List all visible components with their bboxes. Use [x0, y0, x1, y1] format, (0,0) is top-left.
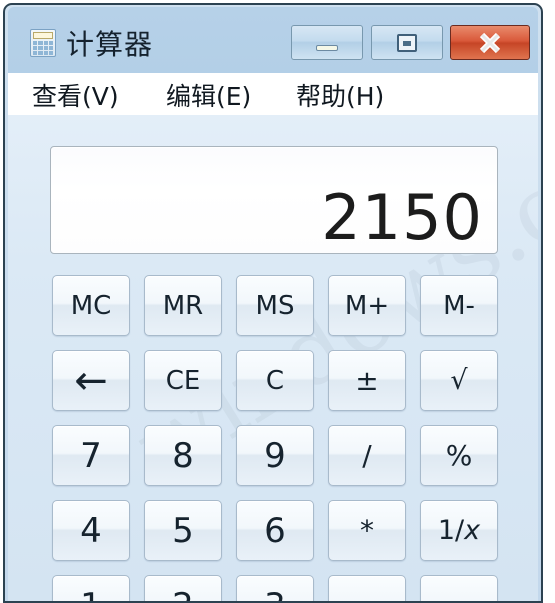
key-percent[interactable]: % [420, 425, 498, 486]
key-4[interactable]: 4 [52, 500, 130, 561]
key-label: MS [256, 293, 295, 319]
menu-item-edit[interactable]: 编辑(E) [166, 77, 251, 113]
menu-bar: 查看(V) 编辑(E) 帮助(H) [8, 73, 538, 116]
key-label: 1/x [438, 517, 480, 544]
key-sign-toggle[interactable]: ± [328, 350, 406, 411]
key-memory-clear[interactable]: MC [52, 275, 130, 336]
key-memory-recall[interactable]: MR [144, 275, 222, 336]
window-inner-frame: 计算器 查看(V) 编辑(E) 帮助(H) windows.com [8, 7, 538, 601]
key-clear[interactable]: C [236, 350, 314, 411]
calculator-icon-screen [33, 32, 53, 39]
keypad-row: 4 5 6 * 1/x [52, 500, 502, 575]
key-label: 8 [172, 439, 194, 473]
key-subtract[interactable]: - [328, 575, 406, 603]
key-2[interactable]: 2 [144, 575, 222, 603]
maximize-icon [397, 34, 417, 52]
key-divide[interactable]: / [328, 425, 406, 486]
key-label: √ [450, 367, 467, 394]
key-label: 2 [172, 589, 194, 603]
key-label: 9 [264, 439, 286, 473]
key-label: * [360, 517, 374, 545]
calculator-window: 计算器 查看(V) 编辑(E) 帮助(H) windows.com [3, 3, 543, 603]
minimize-icon [316, 45, 338, 51]
key-equals[interactable]: = [420, 575, 498, 603]
key-label: 7 [80, 439, 102, 473]
key-label: 5 [172, 514, 194, 548]
maximize-button[interactable] [371, 25, 443, 60]
key-5[interactable]: 5 [144, 500, 222, 561]
close-icon [477, 30, 503, 56]
key-memory-subtract[interactable]: M- [420, 275, 498, 336]
key-memory-add[interactable]: M+ [328, 275, 406, 336]
key-label: CE [166, 368, 201, 394]
key-label: MC [71, 293, 112, 319]
key-label: M+ [345, 293, 389, 319]
key-label: 6 [264, 514, 286, 548]
title-bar[interactable]: 计算器 [8, 7, 538, 73]
key-3[interactable]: 3 [236, 575, 314, 603]
key-label: 4 [80, 514, 102, 548]
key-7[interactable]: 7 [52, 425, 130, 486]
key-label: C [266, 368, 284, 394]
menu-item-view[interactable]: 查看(V) [32, 77, 119, 113]
keypad-row: 1 2 3 - = [52, 575, 502, 603]
calculator-body: windows.com 2150 MCMRMSM+M-←CEC±√789/%45… [8, 115, 538, 601]
minimize-button[interactable] [291, 25, 363, 60]
keypad: MC MR MS M+ M- ← CE C ± √ 7 8 9 /% 4 5 6 * 1/x 1 2 3 - = [52, 275, 502, 603]
calculator-icon [30, 29, 56, 57]
key-square-root[interactable]: √ [420, 350, 498, 411]
key-1[interactable]: 1 [52, 575, 130, 603]
key-6[interactable]: 6 [236, 500, 314, 561]
key-label: M- [443, 293, 475, 319]
key-memory-store[interactable]: MS [236, 275, 314, 336]
calculator-icon-keys [33, 41, 53, 55]
key-label: / [362, 442, 371, 470]
key-label: % [446, 442, 473, 470]
key-label: 3 [264, 589, 286, 603]
key-label: ← [74, 361, 108, 401]
key-label: ± [355, 367, 378, 395]
key-label: = [447, 592, 470, 603]
key-label: - [362, 592, 372, 603]
key-backspace[interactable]: ← [52, 350, 130, 411]
menu-item-help[interactable]: 帮助(H) [296, 77, 384, 113]
key-label: 1 [80, 589, 102, 603]
close-button[interactable] [450, 25, 530, 60]
key-9[interactable]: 9 [236, 425, 314, 486]
keypad-row: ← CE C ± √ [52, 350, 502, 425]
display-value: 2150 [321, 187, 483, 249]
key-multiply[interactable]: * [328, 500, 406, 561]
window-title: 计算器 [66, 23, 153, 63]
display-panel[interactable]: 2150 [50, 146, 498, 254]
key-reciprocal[interactable]: 1/x [420, 500, 498, 561]
key-8[interactable]: 8 [144, 425, 222, 486]
key-clear-entry[interactable]: CE [144, 350, 222, 411]
key-label: MR [163, 293, 204, 319]
keypad-row: MC MR MS M+ M- [52, 275, 502, 350]
keypad-row: 7 8 9 /% [52, 425, 502, 500]
